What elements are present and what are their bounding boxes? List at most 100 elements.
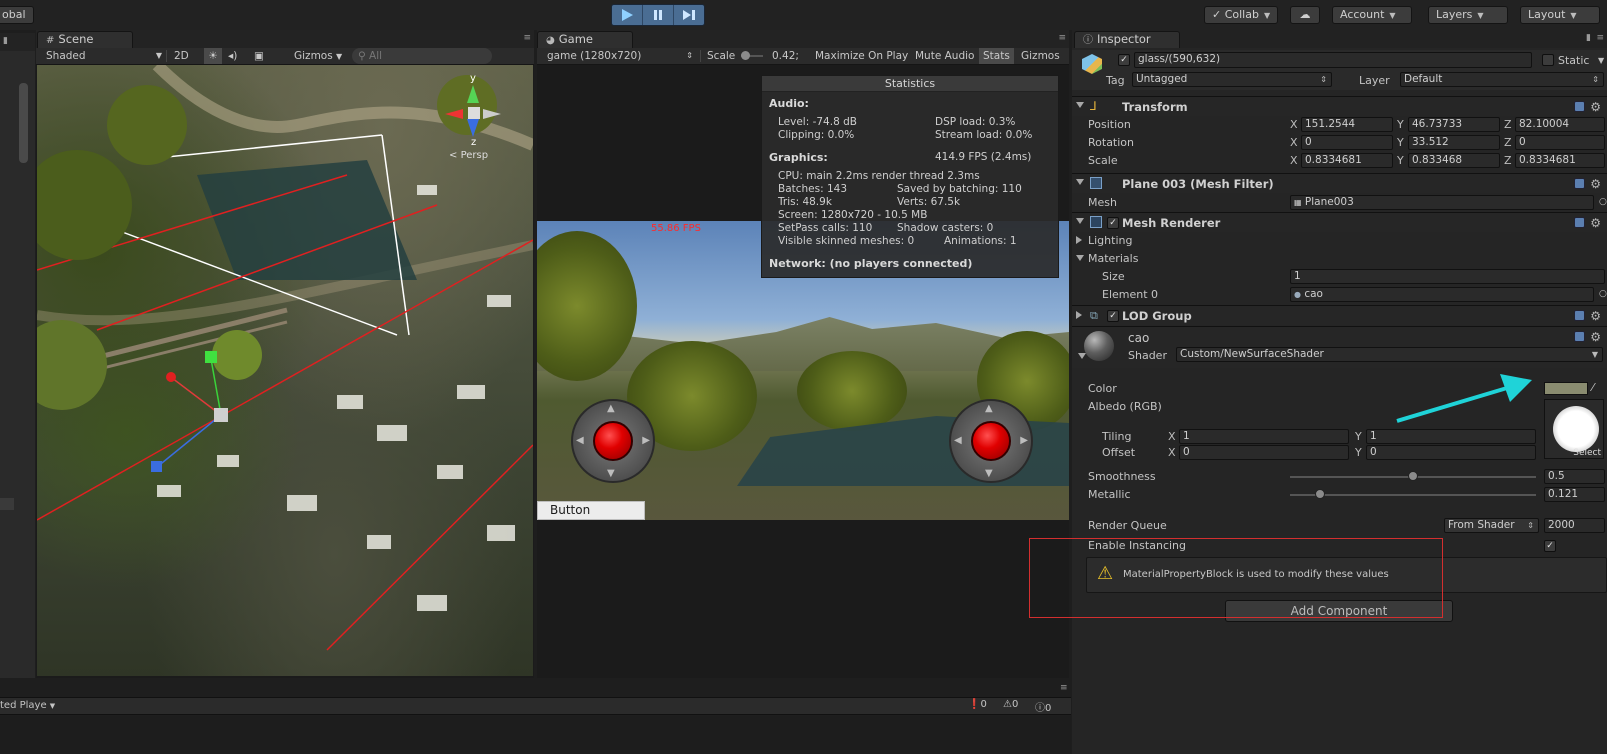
panel-menu-icon[interactable]: ≡	[1060, 683, 1068, 693]
smoothness-field[interactable]: 0.5	[1544, 469, 1605, 484]
error-count-toggle[interactable]: ❗0	[968, 699, 987, 710]
panel-menu-icon[interactable]: ≡	[1058, 33, 1066, 43]
layout-dropdown[interactable]: Layout ▼	[1520, 6, 1600, 24]
lighting-foldout[interactable]: Lighting	[1072, 232, 1607, 250]
object-active-checkbox[interactable]: ✓	[1118, 54, 1130, 66]
mesh-renderer-header[interactable]: ✓ Mesh Renderer ⚙	[1072, 212, 1607, 232]
rotation-y-field[interactable]: 33.512	[1408, 135, 1500, 150]
warning-count-toggle[interactable]: ⚠0	[1003, 699, 1018, 710]
gizmos-dropdown[interactable]: Gizmos ▼	[294, 48, 342, 64]
rotation-x-field[interactable]: 0	[1301, 135, 1393, 150]
right-joystick[interactable]: ▲ ▼ ◀ ▶	[949, 399, 1033, 483]
lod-group-header[interactable]: ⧉ ✓ LOD Group ⚙	[1072, 305, 1607, 325]
gear-icon[interactable]: ⚙	[1590, 330, 1601, 344]
lod-group-enabled-checkbox[interactable]: ✓	[1107, 310, 1119, 322]
shading-mode-dropdown[interactable]: Shaded ▼	[46, 48, 164, 64]
orientation-gizmo[interactable]: y z < Persp	[445, 73, 525, 161]
fold-arrow-icon[interactable]	[1076, 179, 1084, 185]
help-icon[interactable]	[1574, 331, 1585, 342]
tab-game[interactable]: ◕ Game	[537, 31, 633, 48]
joystick-knob[interactable]	[593, 421, 633, 461]
eyedropper-icon[interactable]: ⁄	[1592, 381, 1594, 394]
layer-dropdown[interactable]: Default ⇕	[1400, 72, 1604, 87]
gear-icon[interactable]: ⚙	[1590, 309, 1601, 323]
game-ui-button[interactable]: Button	[537, 501, 645, 520]
metallic-slider-thumb[interactable]	[1314, 489, 1325, 499]
left-joystick[interactable]: ▲ ▼ ◀ ▶	[571, 399, 655, 483]
render-queue-field[interactable]: 2000	[1544, 518, 1605, 533]
tag-dropdown[interactable]: Untagged ⇕	[1132, 72, 1332, 87]
color-swatch[interactable]	[1544, 382, 1588, 395]
fold-arrow-icon[interactable]	[1076, 102, 1084, 108]
element0-object-field[interactable]: ● cao	[1290, 287, 1594, 302]
scene-viewport[interactable]: y z < Persp	[37, 65, 533, 676]
maximize-on-play-toggle[interactable]: Maximize On Play	[815, 48, 908, 64]
materials-size-field[interactable]: 1	[1290, 269, 1605, 284]
position-x-field[interactable]: 151.2544	[1301, 117, 1393, 132]
mesh-filter-header[interactable]: Plane 003 (Mesh Filter) ⚙	[1072, 173, 1607, 193]
panel-menu-icon[interactable]: ≡	[1596, 33, 1604, 43]
pause-button[interactable]	[643, 5, 674, 25]
position-y-field[interactable]: 46.73733	[1408, 117, 1500, 132]
smoothness-slider-thumb[interactable]	[1408, 471, 1418, 481]
audio-icon[interactable]: ◂)	[228, 48, 237, 64]
position-z-field[interactable]: 82.10004	[1515, 117, 1605, 132]
object-picker-icon[interactable]: ○	[1599, 289, 1607, 299]
gear-icon[interactable]: ⚙	[1590, 216, 1601, 230]
fold-arrow-icon[interactable]	[1076, 218, 1084, 224]
collab-button[interactable]: ✓ Collab ▼	[1204, 6, 1278, 24]
gear-icon[interactable]: ⚙	[1590, 100, 1601, 114]
tiling-x-field[interactable]: 1	[1179, 429, 1349, 444]
fold-arrow-icon[interactable]	[1076, 311, 1082, 319]
stats-toggle[interactable]: Stats	[979, 48, 1014, 64]
offset-x-field[interactable]: 0	[1179, 445, 1349, 460]
account-dropdown[interactable]: Account ▼	[1332, 6, 1412, 24]
play-button[interactable]	[612, 5, 643, 25]
rotation-z-field[interactable]: 0	[1515, 135, 1605, 150]
scale-slider-thumb[interactable]	[741, 51, 750, 60]
render-queue-mode-dropdown[interactable]: From Shader ⇕	[1444, 518, 1539, 533]
tab-inspector[interactable]: ⓘ Inspector	[1074, 31, 1180, 48]
resolution-dropdown[interactable]: game (1280x720) ⇕	[547, 48, 695, 64]
scale-y-field[interactable]: 0.833468	[1408, 153, 1500, 168]
offset-y-field[interactable]: 0	[1366, 445, 1536, 460]
gear-icon[interactable]: ⚙	[1590, 177, 1601, 191]
panel-menu-icon[interactable]: ≡	[523, 33, 531, 43]
materials-foldout[interactable]: Materials	[1072, 250, 1607, 268]
object-picker-icon[interactable]: ○	[1599, 197, 1607, 207]
step-button[interactable]	[674, 5, 704, 25]
console-collapse-menu[interactable]: ted Playe ▼	[0, 700, 55, 711]
lighting-icon[interactable]: ☀	[204, 48, 222, 64]
joystick-knob[interactable]	[971, 421, 1011, 461]
global-toggle[interactable]: obal	[0, 6, 34, 24]
mode-2d-toggle[interactable]: 2D	[174, 48, 189, 64]
help-icon[interactable]	[1574, 178, 1585, 189]
help-icon[interactable]	[1574, 101, 1585, 112]
layers-dropdown[interactable]: Layers ▼	[1428, 6, 1508, 24]
fold-arrow-icon[interactable]	[1078, 353, 1086, 359]
effects-icon[interactable]: ▣	[254, 48, 264, 64]
tiling-y-field[interactable]: 1	[1366, 429, 1536, 444]
mute-audio-toggle[interactable]: Mute Audio	[915, 48, 974, 64]
fold-arrow-icon[interactable]	[1076, 236, 1082, 244]
tab-scene[interactable]: # Scene	[37, 31, 133, 48]
game-gizmos-toggle[interactable]: Gizmos	[1021, 48, 1060, 64]
transform-header[interactable]: ⅃ Transform ⚙	[1072, 96, 1607, 116]
enable-instancing-checkbox[interactable]: ✓	[1544, 540, 1556, 552]
mesh-object-field[interactable]: ▦ Plane003	[1290, 195, 1594, 210]
scale-x-field[interactable]: 0.8334681	[1301, 153, 1393, 168]
chevron-down-icon[interactable]: ▼	[1598, 56, 1604, 65]
metallic-slider-track[interactable]	[1290, 494, 1536, 496]
hierarchy-selected-row[interactable]	[0, 498, 14, 510]
help-icon[interactable]	[1574, 217, 1585, 228]
help-icon[interactable]	[1574, 310, 1585, 321]
cloud-button[interactable]: ☁	[1290, 6, 1320, 24]
hierarchy-scrollbar[interactable]	[19, 83, 28, 163]
static-checkbox[interactable]	[1542, 54, 1554, 66]
object-name-input[interactable]: glass/(590,632)	[1134, 52, 1532, 68]
log-count-toggle[interactable]: ⓘ0	[1035, 699, 1051, 714]
scale-z-field[interactable]: 0.8334681	[1515, 153, 1605, 168]
mesh-renderer-enabled-checkbox[interactable]: ✓	[1107, 217, 1119, 229]
metallic-field[interactable]: 0.121	[1544, 487, 1605, 502]
gizmo-persp-label[interactable]: < Persp	[449, 150, 488, 161]
